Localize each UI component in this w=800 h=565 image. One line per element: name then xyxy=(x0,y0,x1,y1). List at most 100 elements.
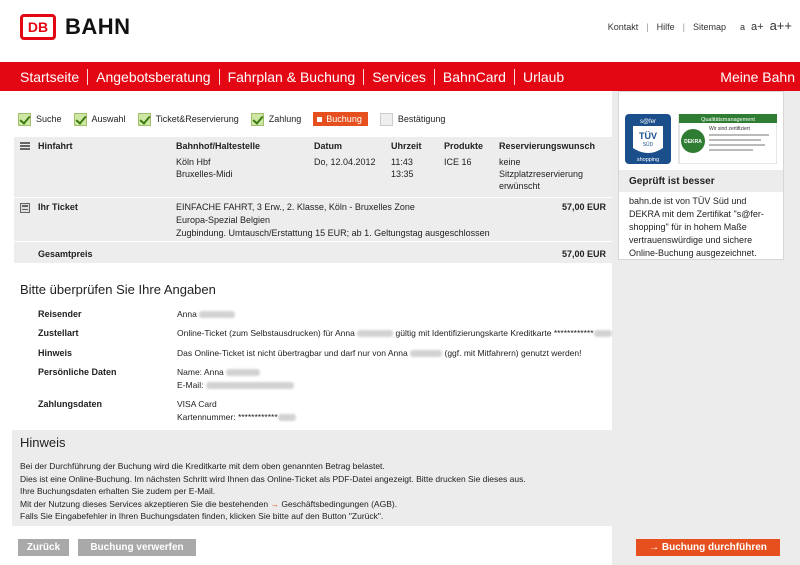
ticket-row: Ihr Ticket EINFACHE FAHRT, 3 Erw., 2. Kl… xyxy=(14,197,612,241)
db-logo-mark: DB xyxy=(20,14,56,40)
personal-data-value: Name: Anna E-Mail: xyxy=(177,366,294,392)
db-logo[interactable]: DB BAHN xyxy=(20,14,131,40)
redacted-surname xyxy=(199,311,236,319)
nav-angebotsberatung[interactable]: Angebotsberatung xyxy=(88,69,218,85)
step-label: Bestätigung xyxy=(397,114,446,124)
empty-checkbox-icon xyxy=(379,112,393,126)
redacted-surname xyxy=(410,350,443,358)
arrival-time: 13:35 xyxy=(391,169,414,179)
tuv-sued-badge-icon: s@fer TÜV SÜD shopping xyxy=(625,114,671,164)
certificate-title: Geprüft ist besser xyxy=(629,176,715,187)
redacted-surname xyxy=(226,369,261,377)
font-size-medium[interactable]: a+ xyxy=(751,21,764,33)
step-auswahl[interactable]: Auswahl xyxy=(73,112,126,126)
check-icon xyxy=(250,112,264,126)
certificate-text: bahn.de ist von TÜV Süd und DEKRA mit de… xyxy=(629,196,764,258)
notice-box: Hinweis Bei der Durchführung der Buchung… xyxy=(12,430,612,526)
nav-urlaub[interactable]: Urlaub xyxy=(515,69,572,85)
dekra-badge-icon: Qualitätsmanagement DEKRA Wir sind zerti… xyxy=(678,113,778,165)
train-icon xyxy=(20,142,30,150)
nav-fahrplan-buchung[interactable]: Fahrplan & Buchung xyxy=(220,69,364,85)
review-title: Bitte überprüfen Sie Ihre Angaben xyxy=(20,282,216,297)
header-reservation: Reservierungswunsch xyxy=(499,141,596,151)
travel-date: Do, 12.04.2012 xyxy=(314,157,376,167)
step-label: Ticket&Reservierung xyxy=(155,114,239,124)
train-product: ICE 16 xyxy=(444,157,472,167)
ticket-price: 57,00 EUR xyxy=(562,202,607,212)
notice-line: Bei der Durchführung der Buchung wird di… xyxy=(20,461,385,471)
redacted-card-digits xyxy=(277,414,296,422)
step-label: Buchung xyxy=(326,114,362,124)
notice-title: Hinweis xyxy=(20,435,66,450)
site-header: DB BAHN Kontakt | Hilfe | Sitemap a a+ a… xyxy=(0,0,800,62)
step-suche[interactable]: Suche xyxy=(18,112,62,126)
nav-bahncard[interactable]: BahnCard xyxy=(435,69,514,85)
nav-services[interactable]: Services xyxy=(364,69,434,85)
card-number: Kartennummer: ************ xyxy=(177,412,278,422)
nav-startseite[interactable]: Startseite xyxy=(0,69,87,85)
nav-divider xyxy=(433,68,435,85)
journey-summary-table: Hinfahrt Bahnhof/Haltestelle Datum Uhrze… xyxy=(14,137,612,263)
step-ticket-reservierung[interactable]: Ticket&Reservierung xyxy=(137,112,239,126)
nav-divider xyxy=(513,68,515,85)
submit-booking-label: Buchung durchführen xyxy=(661,542,767,553)
ticket-label: Ihr Ticket xyxy=(38,202,78,212)
font-size-large[interactable]: a++ xyxy=(770,18,792,33)
active-step-icon xyxy=(317,116,323,122)
dekra-badge-name: DEKRA xyxy=(684,139,702,145)
booking-progress: Suche Auswahl Ticket&Reservierung Zahlun… xyxy=(18,111,457,127)
card-type: VISA Card xyxy=(177,399,217,409)
notice-line: Dies ist eine Online-Buchung. Im nächste… xyxy=(20,473,526,484)
ticket-line-1: EINFACHE FAHRT, 3 Erw., 2. Klasse, Köln … xyxy=(176,202,415,212)
personal-data-label: Persönliche Daten xyxy=(38,367,117,377)
nav-meine-bahn[interactable]: Meine Bahn xyxy=(720,69,795,85)
header-date: Datum xyxy=(314,141,343,151)
zustellart-label: Zustellart xyxy=(38,328,79,338)
dekra-badge-head: Qualitätsmanagement xyxy=(701,117,755,123)
step-label: Suche xyxy=(36,114,62,124)
reisender-value: Anna xyxy=(177,308,236,321)
booking-main: Suche Auswahl Ticket&Reservierung Zahlun… xyxy=(8,99,612,565)
reisender-name: Anna xyxy=(177,309,197,319)
font-size-small[interactable]: a xyxy=(740,22,745,32)
main-nav: Startseite Angebotsberatung Fahrplan & B… xyxy=(0,62,800,91)
tuv-badge-sub: SÜD xyxy=(643,141,654,148)
total-label: Gesamtpreis xyxy=(38,249,93,259)
zustellart-text-b: gültig mit Identifizierungskarte Kreditk… xyxy=(395,328,594,338)
personal-email-label: E-Mail: xyxy=(177,380,204,390)
db-logo-text: BAHN xyxy=(65,14,131,39)
station-to: Bruxelles-Midi xyxy=(176,169,233,179)
check-icon xyxy=(137,112,151,126)
total-price: 57,00 EUR xyxy=(562,249,607,259)
tuv-badge-name: TÜV xyxy=(639,131,657,141)
dekra-badge-line: Wir sind zertifiziert xyxy=(709,126,750,132)
zustellart-value: Online-Ticket (zum Selbstausdrucken) für… xyxy=(177,327,612,340)
check-icon xyxy=(73,112,87,126)
hinweis-text-b: (ggf. mit Mitfahrern) genutzt werden! xyxy=(444,348,582,358)
kontakt-link[interactable]: Kontakt xyxy=(600,22,647,32)
submit-booking-button[interactable]: → Buchung durchführen xyxy=(636,539,780,556)
redacted-email xyxy=(205,382,294,390)
certificate-box: s@fer TÜV SÜD shopping Qualitätsmanageme… xyxy=(618,91,784,260)
reisender-label: Reisender xyxy=(38,309,82,319)
step-buchung: Buchung xyxy=(313,112,368,126)
payment-label: Zahlungsdaten xyxy=(38,399,103,409)
hinweis-text-a: Das Online-Ticket ist nicht übertragbar … xyxy=(177,348,408,358)
sitemap-link[interactable]: Sitemap xyxy=(685,22,734,32)
tuv-badge-bottom: shopping xyxy=(637,157,659,163)
hinfahrt-label: Hinfahrt xyxy=(38,141,73,151)
back-button[interactable]: Zurück xyxy=(18,539,69,556)
payment-value: VISA Card Kartennummer: ************ xyxy=(177,398,296,424)
discard-booking-button[interactable]: Buchung verwerfen xyxy=(78,539,196,556)
notice-line: Falls Sie Eingabefehler in Ihren Buchung… xyxy=(20,511,384,521)
zustellart-text-a: Online-Ticket (zum Selbstausdrucken) für… xyxy=(177,328,355,338)
hinweis-label: Hinweis xyxy=(38,348,73,358)
ticket-line-3: Zugbindung. Umtausch/Erstattung 15 EUR; … xyxy=(176,228,490,238)
ticket-line-2: Europa-Spezial Belgien xyxy=(176,215,271,225)
arrow-right-icon: → xyxy=(270,498,279,509)
certificate-logos[interactable]: s@fer TÜV SÜD shopping Qualitätsmanageme… xyxy=(625,113,778,165)
agb-link[interactable]: Geschäftsbedingungen (AGB). xyxy=(281,499,397,509)
hilfe-link[interactable]: Hilfe xyxy=(649,22,683,32)
ticket-icon xyxy=(20,203,30,213)
step-zahlung[interactable]: Zahlung xyxy=(250,112,301,126)
